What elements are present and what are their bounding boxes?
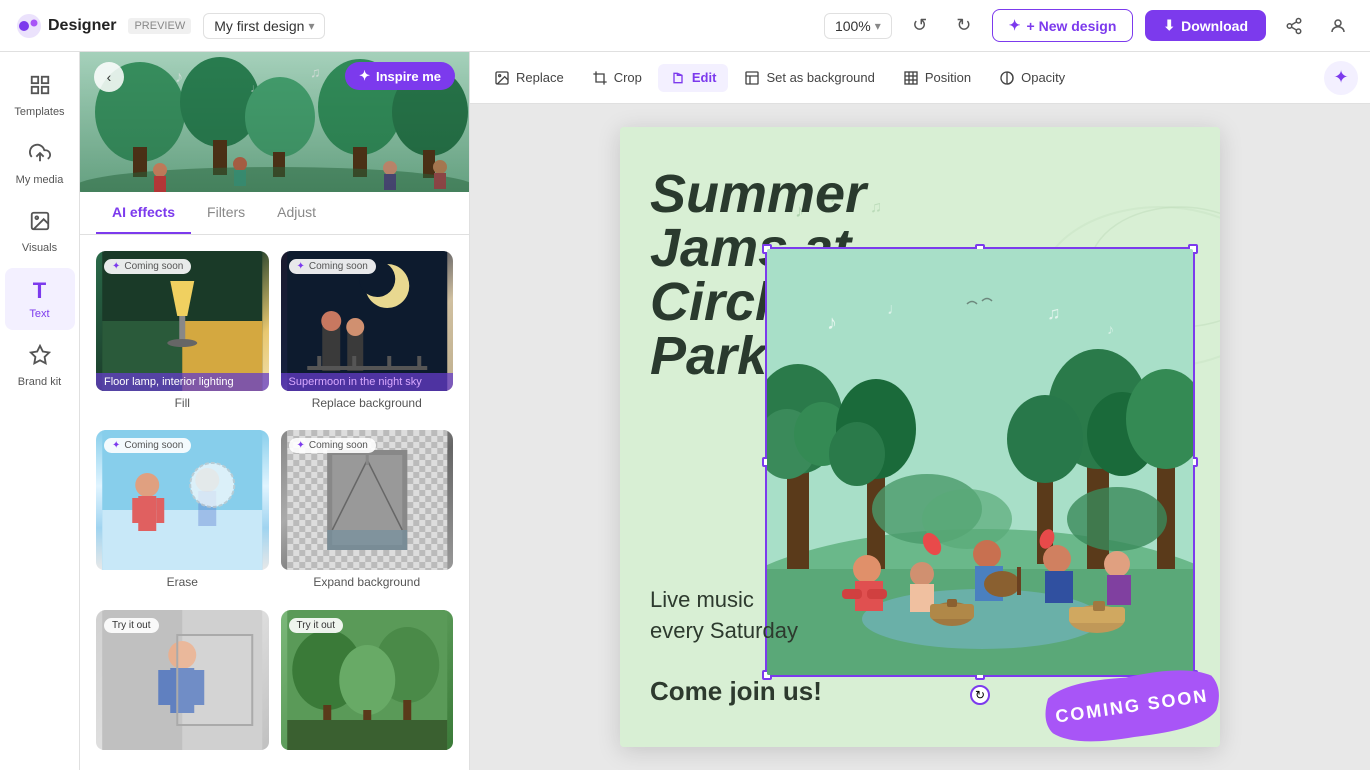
position-button[interactable]: Position [891,64,983,92]
ai-label-replace: Supermoon in the night sky [281,373,454,391]
svg-text:♫: ♫ [1047,303,1061,323]
sidebar-item-text[interactable]: T Text [5,268,75,330]
user-avatar[interactable] [1322,10,1354,42]
new-design-button[interactable]: ✦ + New design [992,9,1134,42]
back-arrow-button[interactable]: ‹ [94,62,124,92]
tab-ai-effects[interactable]: AI effects [96,192,191,234]
replace-button[interactable]: Replace [482,64,576,92]
set-as-background-button[interactable]: Set as background [732,64,886,92]
coming-soon-badge: ✦ Coming soon [104,259,191,274]
svg-text:♪: ♪ [1107,321,1114,337]
zoom-control[interactable]: 100% ▾ [824,13,892,39]
inspire-me-label: Inspire me [376,69,441,84]
coming-soon-text: Coming soon [124,261,183,272]
app-name: Designer [48,17,116,35]
canvas-come-join: Come join us! [650,676,822,707]
preview-badge: PREVIEW [128,18,191,34]
effect-card-fill[interactable]: ✦ Coming soon Floor lamp, interior light… [96,251,269,418]
sidebar: Templates My media Visuals T Text Brand … [0,52,80,770]
sidebar-item-templates[interactable]: Templates [5,64,75,128]
effect-card-replace-bg[interactable]: ✦ Coming soon Supermoon in the night sky… [281,251,454,418]
effect-try1-image: Try it out [96,610,269,750]
text-label: Text [29,308,49,320]
sparkle-icon: ✦ [359,68,370,84]
sidebar-item-my-media[interactable]: My media [5,132,75,196]
design-canvas: ♪ ♩ ♫ Summer Jams at Circle Park [620,127,1220,747]
effect-expand-bg-label: Expand background [281,575,454,593]
canvas-scroll[interactable]: ♪ ♩ ♫ Summer Jams at Circle Park [470,104,1370,770]
effect-erase-label: Erase [96,575,269,593]
coming-soon-badge-erase: ✦ Coming soon [104,438,191,453]
tab-filters[interactable]: Filters [191,192,261,234]
visuals-label: Visuals [22,242,57,254]
effect-expand-bg-image: ✦ Coming soon [281,430,454,570]
effects-grid: ✦ Coming soon Floor lamp, interior light… [80,235,469,770]
coming-soon-badge-expand: ✦ Coming soon [289,438,376,453]
chevron-down-icon: ▾ [875,19,881,33]
panel: ♪ ♫ ♩ ‹ ✦ Inspire me [80,52,470,770]
canvas-area: Replace Crop Edit Set as background Posi… [470,52,1370,770]
svg-text:♩: ♩ [887,301,903,318]
app-logo: Designer [16,13,116,39]
inspire-me-button[interactable]: ✦ Inspire me [345,62,455,90]
coming-soon-badge-replace: ✦ Coming soon [289,259,376,274]
effect-replace-bg-label: Replace background [281,396,454,414]
rotate-handle[interactable]: ↻ [970,685,990,705]
effect-erase-image: ✦ Coming soon [96,430,269,570]
panel-tabs: AI effects Filters Adjust [80,192,469,235]
my-media-icon [29,142,51,170]
visuals-icon [29,210,51,238]
ai-label-fill: Floor lamp, interior lighting [96,373,269,391]
tab-adjust[interactable]: Adjust [261,192,332,234]
opacity-button[interactable]: Opacity [987,64,1077,92]
canvas-live-music: Live music every Saturday [650,585,798,647]
sparkle-icon: ✦ [297,440,305,451]
download-icon: ⬇ [1163,17,1175,34]
edit-button[interactable]: Edit [658,64,729,92]
logo-icon [16,13,42,39]
share-button[interactable] [1278,10,1310,42]
effect-card-expand-bg[interactable]: ✦ Coming soon Expand background [281,430,454,597]
try-it-out-badge-1: Try it out [104,618,159,633]
panel-banner-overlay: ‹ ✦ Inspire me [80,52,469,192]
main-area: Templates My media Visuals T Text Brand … [0,52,1370,770]
svg-text:♪: ♪ [827,312,837,334]
image-content: ♪ ♩ ♫ ♪ [767,249,1193,675]
selected-image[interactable]: ↻ [765,247,1195,677]
coming-soon-stamp: COMING SOON [1040,667,1220,737]
effect-fill-image: ✦ Coming soon Floor lamp, interior light… [96,251,269,391]
redo-button[interactable]: ↻ [948,10,980,42]
effect-card-erase[interactable]: ✦ Coming soon Erase [96,430,269,597]
toolbar: Replace Crop Edit Set as background Posi… [470,52,1370,104]
templates-icon [29,74,51,102]
plus-icon: ✦ [1009,17,1021,34]
sidebar-item-brand-kit[interactable]: Brand kit [5,334,75,398]
effect-try2-image: Try it out [281,610,454,750]
effect-card-try1[interactable]: Try it out [96,610,269,754]
text-icon: T [33,278,46,304]
sidebar-item-visuals[interactable]: Visuals [5,200,75,264]
magic-button[interactable]: ✦ [1324,61,1358,95]
my-media-label: My media [16,174,64,186]
brand-kit-label: Brand kit [18,376,61,388]
try-it-out-badge-2: Try it out [289,618,344,633]
park-svg: ♪ ♩ ♫ ♪ [767,249,1193,675]
topbar: Designer PREVIEW My first design ▾ 100% … [0,0,1370,52]
design-name[interactable]: My first design ▾ [203,13,325,39]
sparkle-icon: ✦ [112,440,120,451]
effect-replace-bg-image: ✦ Coming soon Supermoon in the night sky [281,251,454,391]
sparkle-icon: ✦ [112,261,120,272]
download-button[interactable]: ⬇ Download [1145,10,1266,41]
chevron-down-icon: ▾ [308,19,314,33]
canvas-live-music-block: Live music every Saturday [650,585,798,647]
undo-button[interactable]: ↺ [904,10,936,42]
brand-kit-icon [29,344,51,372]
sparkle-icon: ✦ [297,261,305,272]
effect-card-try2[interactable]: Try it out [281,610,454,754]
effect-fill-label: Fill [96,396,269,414]
crop-button[interactable]: Crop [580,64,654,92]
panel-banner: ♪ ♫ ♩ ‹ ✦ Inspire me [80,52,469,192]
templates-label: Templates [14,106,64,118]
